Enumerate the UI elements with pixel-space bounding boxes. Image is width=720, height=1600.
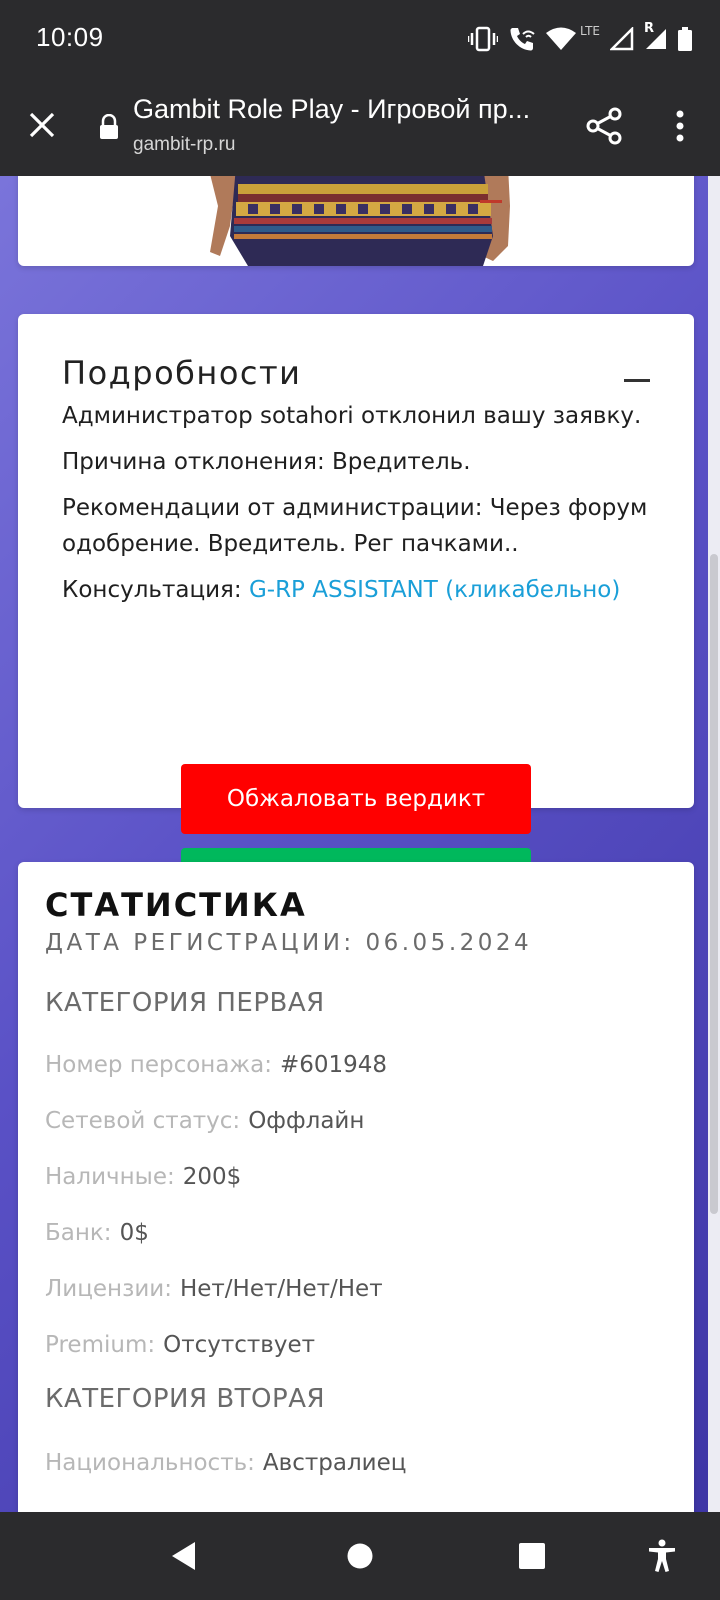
consult-label: Консультация: [62, 577, 249, 603]
stat-label: Наличные: [45, 1164, 175, 1190]
status-icons: LTE R [468, 21, 692, 56]
category-one-title: КАТЕГОРИЯ ПЕРВАЯ [45, 988, 325, 1018]
stat-row: Лицензии: Нет/Нет/Нет/Нет [45, 1276, 383, 1302]
stat-value: Австралиец [262, 1450, 407, 1476]
stat-value: Отсутствует [163, 1332, 316, 1358]
roaming-label: R [644, 21, 655, 36]
stats-card: СТАТИСТИКА ДАТА РЕГИСТРАЦИИ: 06.05.2024 … [18, 862, 694, 1512]
recents-icon[interactable] [512, 1536, 552, 1576]
collapse-icon[interactable] [624, 368, 650, 392]
home-icon[interactable] [340, 1536, 380, 1576]
page-title[interactable]: Gambit Role Play - Игровой пр... [133, 94, 553, 125]
stat-label: Национальность: [45, 1450, 255, 1476]
stat-value: 0$ [119, 1220, 149, 1246]
stat-value: Оффлайн [248, 1108, 365, 1134]
share-icon[interactable] [584, 106, 624, 146]
system-nav-bar [0, 1512, 720, 1600]
scrollbar-thumb[interactable] [710, 554, 718, 1214]
appeal-button[interactable]: Обжаловать вердикт [181, 764, 531, 834]
stats-title: СТАТИСТИКА [45, 886, 307, 924]
vibrate-icon [468, 25, 499, 53]
stat-row: Premium: Отсутствует [45, 1332, 315, 1358]
wifi-icon [546, 27, 577, 51]
stat-value: #601948 [279, 1052, 388, 1078]
page-url[interactable]: gambit-rp.ru [133, 134, 235, 156]
details-admin-line: Администратор sotahori отклонил вашу зая… [62, 403, 642, 429]
accessibility-icon[interactable] [642, 1536, 682, 1576]
registration-date: ДАТА РЕГИСТРАЦИИ: 06.05.2024 [45, 930, 533, 956]
stat-row: Национальность: Австралиец [45, 1450, 406, 1476]
stat-label: Номер персонажа: [45, 1052, 272, 1078]
details-recommend-line: Рекомендации от администрации: Через фор… [62, 495, 648, 557]
close-icon[interactable] [22, 105, 62, 145]
stat-row: Номер персонажа: #601948 [45, 1052, 387, 1078]
status-bar: 10:09 LTE R [0, 0, 720, 78]
category-two-title: КАТЕГОРИЯ ВТОРАЯ [45, 1384, 326, 1414]
character-image [208, 176, 528, 266]
signal-icon [610, 27, 634, 51]
back-icon[interactable] [164, 1536, 204, 1576]
stat-row: Банк: 0$ [45, 1220, 149, 1246]
stat-label: Банк: [45, 1220, 112, 1246]
character-image-card [18, 176, 694, 266]
stat-label: Сетевой статус: [45, 1108, 241, 1134]
stat-label: Лицензии: [45, 1276, 172, 1302]
wifi-calling-icon [508, 25, 536, 53]
details-consult-line: Консультация: G-RP ASSISTANT (кликабельн… [62, 572, 662, 608]
stat-row: Наличные: 200$ [45, 1164, 241, 1190]
stat-value: 200$ [182, 1164, 242, 1190]
consult-link[interactable]: G-RP ASSISTANT (кликабельно) [249, 577, 620, 603]
stat-row: Сетевой статус: Оффлайн [45, 1108, 364, 1134]
stat-value: Нет/Нет/Нет/Нет [179, 1276, 383, 1302]
details-reason-line: Причина отклонения: Вредитель. [62, 449, 471, 475]
lte-label: LTE [580, 24, 600, 38]
browser-toolbar: Gambit Role Play - Игровой пр... gambit-… [0, 78, 720, 176]
details-title: Подробности [62, 354, 302, 392]
status-time: 10:09 [36, 22, 104, 52]
roaming-signal-icon: R [644, 21, 668, 51]
battery-icon [678, 27, 692, 51]
details-card: Подробности Администратор sotahori откло… [18, 314, 694, 918]
stat-label: Premium: [45, 1332, 156, 1358]
page-content[interactable]: Подробности Администратор sotahori откло… [0, 176, 720, 1512]
more-vert-icon[interactable] [664, 106, 696, 146]
lock-icon [98, 113, 120, 140]
